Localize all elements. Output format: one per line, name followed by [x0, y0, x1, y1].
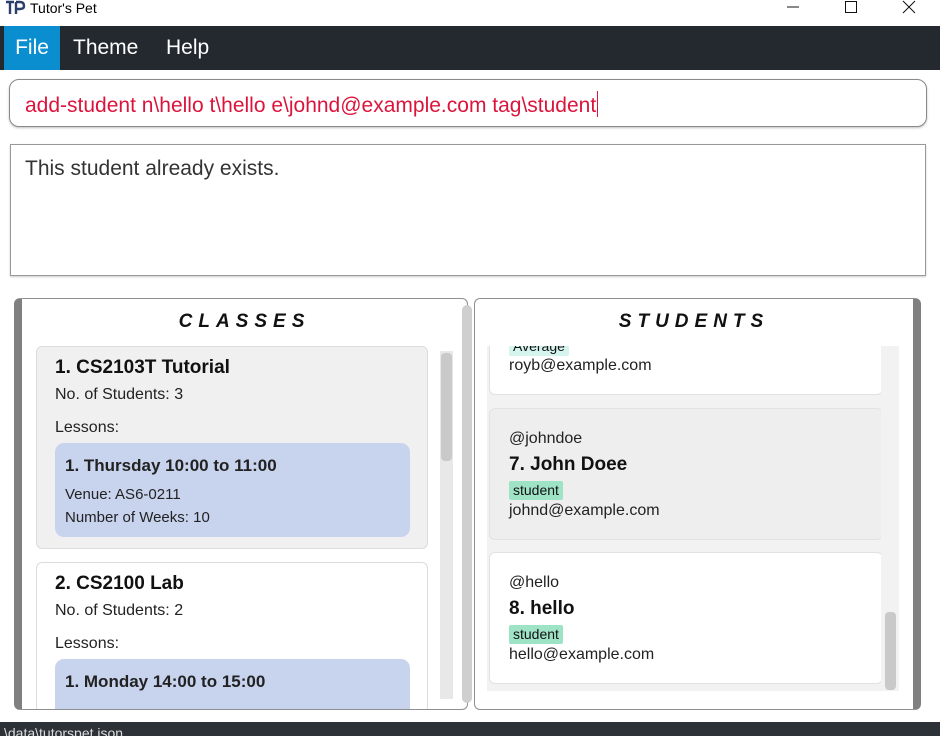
class-card[interactable]: 2. CS2100 Lab No. of Students: 2 Lessons…: [36, 562, 428, 709]
class-title: 2. CS2100 Lab: [55, 573, 184, 594]
lessons-label: Lessons:: [55, 419, 120, 436]
class-students-count: No. of Students: 3: [55, 386, 183, 404]
student-email: johnd@example.com: [509, 502, 660, 519]
students-list[interactable]: Average royb@example.com @johndoe 7. Joh…: [487, 346, 899, 691]
lesson-title: 1. Thursday 10:00 to 11:00: [65, 456, 277, 475]
students-count-label: No. of Students:: [55, 602, 170, 619]
class-title: 1. CS2103T Tutorial: [55, 357, 230, 378]
students-count-value: 3: [174, 386, 184, 403]
student-tag: Average: [509, 346, 569, 356]
class-card[interactable]: 1. CS2103T Tutorial No. of Students: 3 L…: [36, 346, 428, 549]
student-email: royb@example.com: [509, 357, 652, 374]
status-filepath: \data\tutorspet.json: [4, 725, 124, 736]
student-handle: @hello: [509, 574, 560, 591]
students-count-value: 2: [174, 602, 184, 619]
maximize-icon: [845, 1, 857, 13]
result-message: This student already exists.: [25, 157, 280, 180]
lesson-title: 1. Monday 14:00 to 15:00: [65, 672, 266, 691]
command-value: add-student n\hello t\hello e\johnd@exam…: [25, 94, 597, 117]
classes-scroll-thumb[interactable]: [441, 353, 452, 461]
student-email: hello@example.com: [509, 646, 655, 663]
student-card[interactable]: @johndoe 7. John Doee student johnd@exam…: [489, 408, 883, 540]
panel-divider[interactable]: [462, 305, 472, 703]
students-count-label: No. of Students:: [55, 386, 170, 403]
lesson-card: 1. Thursday 10:00 to 11:00 Venue: AS6-02…: [55, 443, 410, 537]
students-scroll-thumb[interactable]: [885, 612, 896, 690]
command-input[interactable]: add-student n\hello t\hello e\johnd@exam…: [25, 91, 599, 118]
student-handle: @johndoe: [509, 430, 583, 447]
title-bar: Tutor's Pet: [0, 0, 940, 26]
menu-theme[interactable]: Theme: [62, 26, 149, 70]
maximize-button[interactable]: [822, 0, 880, 26]
students-scrollbar[interactable]: [881, 346, 899, 691]
student-name: 8. hello: [509, 598, 575, 619]
lesson-card: 1. Monday 14:00 to 15:00: [55, 659, 410, 709]
students-panel: STUDENTS Average royb@example.com @johnd…: [474, 298, 921, 710]
menu-file[interactable]: File: [4, 26, 60, 70]
close-icon: [902, 0, 916, 14]
menu-help[interactable]: Help: [155, 26, 220, 70]
classes-scrollbar[interactable]: [440, 351, 453, 699]
student-tag: student: [509, 481, 563, 500]
class-students-count: No. of Students: 2: [55, 602, 183, 620]
lessons-label: Lessons:: [55, 635, 120, 652]
command-input-box[interactable]: add-student n\hello t\hello e\johnd@exam…: [9, 79, 927, 127]
text-caret: [597, 91, 599, 117]
student-card[interactable]: @hello 8. hello student hello@example.co…: [489, 552, 883, 684]
minimize-button[interactable]: [764, 0, 822, 26]
classes-list[interactable]: 1. CS2103T Tutorial No. of Students: 3 L…: [36, 346, 438, 709]
student-card[interactable]: Average royb@example.com: [489, 346, 883, 395]
classes-header: CLASSES: [178, 311, 311, 332]
student-name: 7. John Doee: [509, 454, 628, 475]
student-tag: student: [509, 625, 563, 644]
result-display[interactable]: This student already exists.: [10, 144, 926, 276]
close-button[interactable]: [880, 0, 938, 26]
students-header: STUDENTS: [618, 311, 770, 332]
status-bar: \data\tutorspet.json: [0, 722, 940, 736]
lesson-venue: Venue: AS6-0211: [65, 486, 181, 503]
app-logo-icon: [6, 0, 26, 14]
menu-bar: File Theme Help: [0, 26, 940, 70]
minimize-icon: [787, 6, 799, 8]
lesson-weeks: Number of Weeks: 10: [65, 509, 210, 526]
classes-panel: CLASSES 1. CS2103T Tutorial No. of Stude…: [14, 298, 468, 710]
window-title: Tutor's Pet: [30, 0, 97, 16]
